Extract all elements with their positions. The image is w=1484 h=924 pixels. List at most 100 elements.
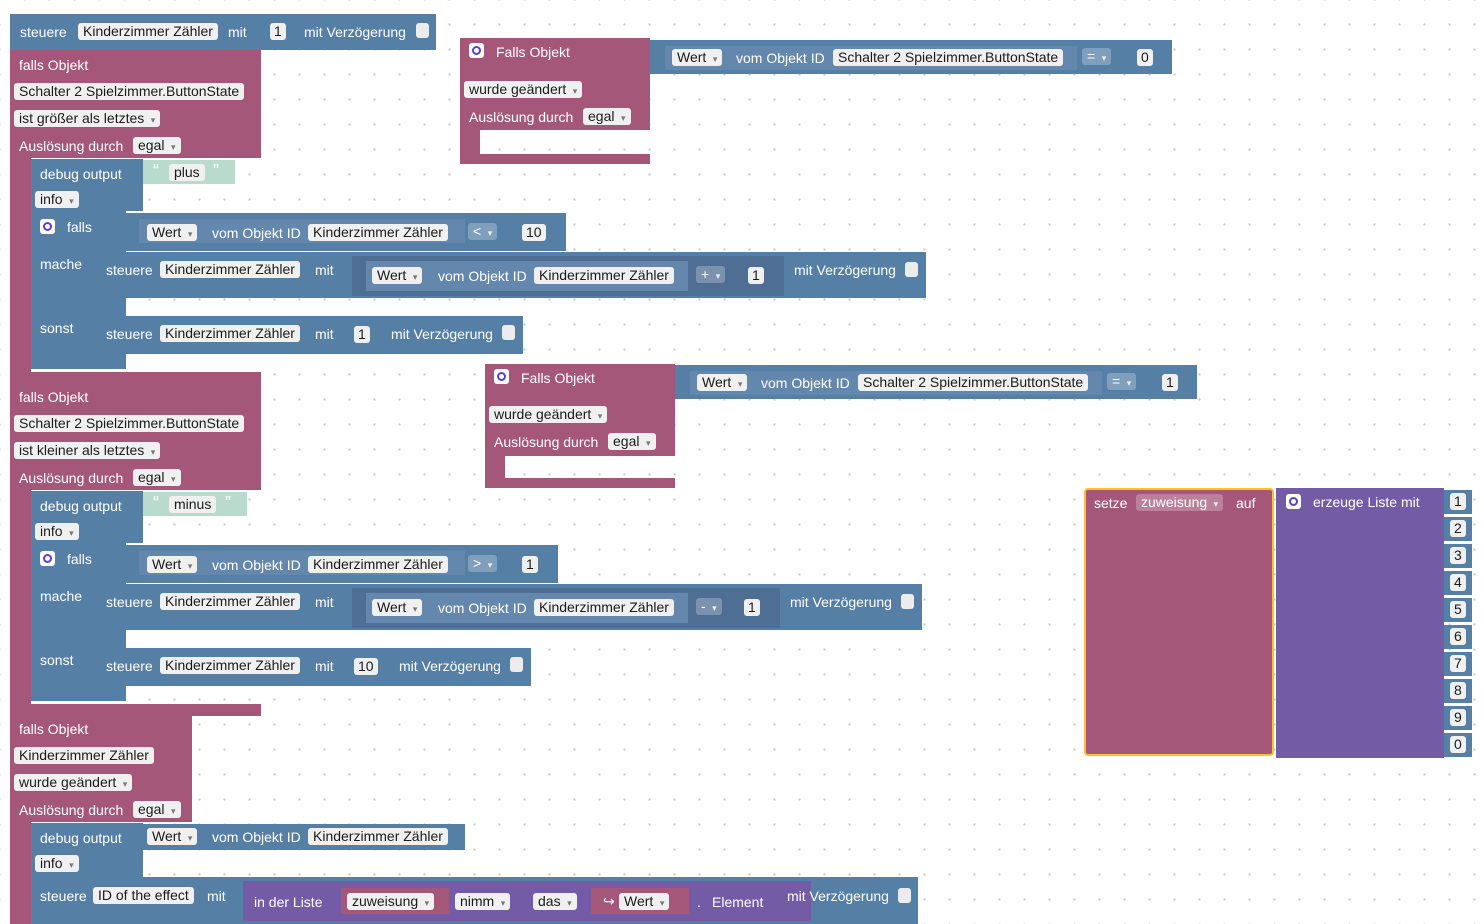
- list-item-number[interactable]: 1: [1450, 493, 1466, 510]
- object-id-field[interactable]: Kinderzimmer Zähler: [160, 261, 300, 278]
- value-block-debug[interactable]: Wert vom Objekt ID Kinderzimmer Zähler: [143, 824, 465, 850]
- operator-dropdown[interactable]: -: [696, 598, 722, 615]
- number-field[interactable]: 1: [748, 267, 764, 284]
- number-field[interactable]: 1: [522, 556, 538, 573]
- wert-dropdown[interactable]: Wert: [372, 599, 423, 616]
- gear-icon[interactable]: [469, 43, 484, 58]
- debug-block-3[interactable]: debug output info: [31, 823, 143, 877]
- set-variable-block[interactable]: setze zuweisung auf: [1084, 488, 1274, 756]
- list-item-number[interactable]: 8: [1450, 682, 1466, 699]
- wert-dropdown[interactable]: Wert: [672, 49, 723, 66]
- control-block-dec[interactable]: steuere Kinderzimmer Zähler mit Wert vom…: [96, 584, 922, 630]
- list-item-number[interactable]: 3: [1450, 547, 1466, 564]
- string-block-minus[interactable]: “ minus ”: [143, 492, 247, 516]
- event-block-3[interactable]: falls Objekt Kinderzimmer Zähler wurde g…: [10, 716, 192, 822]
- debug-block-1[interactable]: debug output info: [31, 159, 143, 211]
- gear-icon[interactable]: [1286, 494, 1301, 509]
- string-field[interactable]: minus: [169, 496, 217, 513]
- list-item-number[interactable]: 5: [1450, 601, 1466, 618]
- object-id-field[interactable]: ID of the effect: [93, 887, 194, 904]
- list-item-number[interactable]: 4: [1450, 574, 1466, 591]
- list-item-number[interactable]: 6: [1450, 628, 1466, 645]
- delay-checkbox[interactable]: [510, 657, 523, 672]
- delay-checkbox[interactable]: [502, 325, 515, 340]
- wert-dropdown[interactable]: Wert: [372, 267, 423, 284]
- wert-dropdown[interactable]: Wert: [147, 224, 198, 241]
- string-field[interactable]: plus: [169, 164, 205, 181]
- condition-dropdown[interactable]: wurde geändert: [14, 774, 133, 791]
- list-item-number-block[interactable]: 8: [1444, 679, 1472, 703]
- object-id-field[interactable]: Kinderzimmer Zähler: [534, 267, 674, 284]
- trigger-block-eq1[interactable]: Falls Objekt wurde geändert Auslösung du…: [485, 364, 675, 456]
- object-id-field[interactable]: Kinderzimmer Zähler: [160, 325, 300, 342]
- number-field[interactable]: 1: [744, 599, 760, 616]
- das-dropdown[interactable]: das: [533, 893, 577, 910]
- condition-lt[interactable]: Wert vom Objekt ID Kinderzimmer Zähler <…: [126, 213, 566, 251]
- operator-dropdown[interactable]: =: [1082, 48, 1112, 65]
- delay-checkbox[interactable]: [901, 594, 914, 609]
- list-item-number-block[interactable]: 5: [1444, 598, 1472, 622]
- trigger-block-eq0[interactable]: Falls Objekt wurde geändert Auslösung du…: [460, 38, 650, 130]
- condition-dropdown[interactable]: wurde geändert: [464, 81, 583, 98]
- condition-dropdown[interactable]: wurde geändert: [489, 406, 608, 423]
- list-item-number-block[interactable]: 9: [1444, 706, 1472, 730]
- list-item-number[interactable]: 2: [1450, 520, 1466, 537]
- object-id-field[interactable]: Schalter 2 Spielzimmer.ButtonState: [858, 374, 1089, 391]
- control-block-top[interactable]: steuere Kinderzimmer Zähler mit 1 mit Ve…: [10, 14, 436, 50]
- list-item-number-block[interactable]: 6: [1444, 625, 1472, 649]
- object-id-field[interactable]: Kinderzimmer Zähler: [308, 224, 448, 241]
- create-list-block[interactable]: erzeuge Liste mit: [1276, 488, 1444, 758]
- variable-dropdown[interactable]: zuweisung: [1136, 494, 1224, 511]
- delay-checkbox[interactable]: [416, 23, 429, 38]
- level-dropdown[interactable]: info: [35, 855, 79, 872]
- number-field[interactable]: 1: [270, 23, 286, 40]
- event-block-1[interactable]: falls Objekt Schalter 2 Spielzimmer.Butt…: [10, 50, 261, 158]
- list-item-number-block[interactable]: 7: [1444, 652, 1472, 676]
- level-dropdown[interactable]: info: [35, 191, 79, 208]
- list-item-number[interactable]: 0: [1450, 736, 1466, 753]
- delay-checkbox[interactable]: [905, 262, 918, 277]
- number-field[interactable]: 10: [522, 224, 546, 241]
- object-id-field[interactable]: Kinderzimmer Zähler: [160, 657, 300, 674]
- number-field[interactable]: 1: [354, 326, 370, 343]
- list-item-number-block[interactable]: 1: [1444, 490, 1472, 514]
- object-id-field[interactable]: Kinderzimmer Zähler: [308, 828, 448, 845]
- wert-dropdown[interactable]: Wert: [147, 828, 198, 845]
- gear-icon[interactable]: [40, 219, 55, 234]
- trigger-dropdown[interactable]: egal: [583, 108, 631, 125]
- number-field[interactable]: 10: [354, 658, 378, 675]
- level-dropdown[interactable]: info: [35, 523, 79, 540]
- list-item-number-block[interactable]: 2: [1444, 517, 1472, 541]
- nimm-dropdown[interactable]: nimm: [455, 893, 511, 910]
- list-item-number[interactable]: 9: [1450, 709, 1466, 726]
- gear-icon[interactable]: [494, 369, 509, 384]
- trigger-dropdown[interactable]: egal: [133, 137, 181, 154]
- condition-dropdown[interactable]: ist kleiner als letztes: [14, 442, 161, 459]
- operator-dropdown[interactable]: =: [1107, 373, 1137, 390]
- condition-gt[interactable]: Wert vom Objekt ID Kinderzimmer Zähler >…: [126, 545, 558, 583]
- trigger-dropdown[interactable]: egal: [133, 801, 181, 818]
- number-field[interactable]: 1: [1162, 374, 1178, 391]
- object-id-field[interactable]: Kinderzimmer Zähler: [160, 593, 300, 610]
- control-block-reset[interactable]: steuere Kinderzimmer Zähler mit 1 mit Ve…: [96, 316, 523, 354]
- wert-dropdown[interactable]: Wert: [147, 556, 198, 573]
- condition-eq0[interactable]: Wert vom Objekt ID Schalter 2 Spielzimme…: [650, 40, 1172, 74]
- string-block-plus[interactable]: “ plus ”: [143, 160, 235, 184]
- condition-dropdown[interactable]: ist größer als letztes: [14, 110, 161, 127]
- condition-eq1[interactable]: Wert vom Objekt ID Schalter 2 Spielzimme…: [675, 365, 1197, 399]
- list-item-number[interactable]: 7: [1450, 655, 1466, 672]
- number-field[interactable]: 0: [1137, 49, 1153, 66]
- operator-dropdown[interactable]: +: [696, 266, 726, 283]
- object-id-field[interactable]: Kinderzimmer Zähler: [78, 23, 218, 40]
- object-id-field[interactable]: Schalter 2 Spielzimmer.ButtonState: [833, 49, 1064, 66]
- list-item-number-block[interactable]: 3: [1444, 544, 1472, 568]
- delay-checkbox[interactable]: [898, 888, 911, 903]
- operator-dropdown[interactable]: <: [468, 223, 498, 240]
- object-id-field[interactable]: Kinderzimmer Zähler: [534, 599, 674, 616]
- operator-dropdown[interactable]: >: [468, 555, 498, 572]
- debug-block-2[interactable]: debug output info: [31, 491, 143, 543]
- control-block-max[interactable]: steuere Kinderzimmer Zähler mit 10 mit V…: [96, 648, 531, 686]
- trigger-dropdown[interactable]: egal: [133, 469, 181, 486]
- wert-dropdown[interactable]: Wert: [697, 374, 748, 391]
- control-block-inc[interactable]: steuere Kinderzimmer Zähler mit Wert vom…: [96, 252, 926, 298]
